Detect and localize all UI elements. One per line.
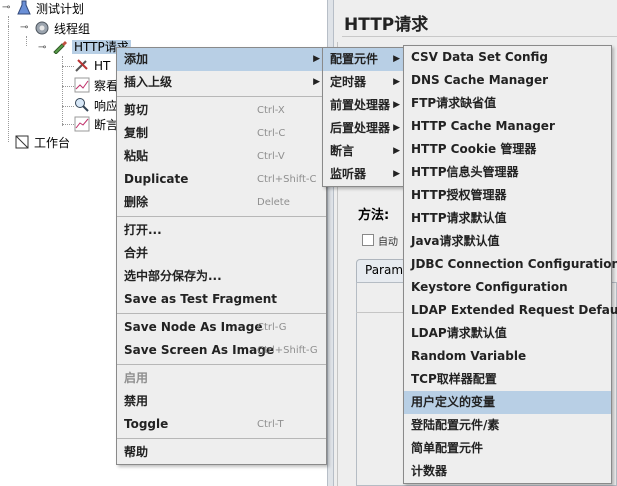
menu-item-cut[interactable]: 剪切 Ctrl-X [117,99,326,122]
menu-item-toggle[interactable]: Toggle Ctrl-T [117,413,326,436]
menu-item-delete[interactable]: 删除 Delete [117,191,326,214]
tree-node-child-3[interactable]: 响应 [74,97,118,115]
menu-item-copy[interactable]: 复制 Ctrl-C [117,122,326,145]
menu-item-insert-parent[interactable]: 插入上级 ▶ [117,71,326,94]
tree-node-label: 测试计划 [36,2,85,16]
add-submenu: 配置元件 ▶ 定时器 ▶ 前置处理器 ▶ 后置处理器 ▶ 断言 ▶ 监听器 ▶ [322,47,407,187]
menu-item-paste[interactable]: 粘贴 Ctrl-V [117,145,326,168]
pipette-icon [52,38,68,55]
menu-item-post-processor[interactable]: 后置处理器 ▶ [323,117,406,140]
tree-node-test-plan[interactable]: 测试计划 [16,0,84,18]
menu-item-ldap-extended-defaults[interactable]: LDAP Extended Request Defaults [404,299,617,322]
menu-item-java-request-defaults[interactable]: Java请求默认值 [404,230,611,253]
menu-item-http-request-defaults[interactable]: HTTP请求默认值 [404,207,611,230]
tree-node-child-1[interactable]: HT [74,57,110,75]
chart-icon [74,77,90,93]
menu-separator [117,96,326,97]
submenu-arrow-icon: ▶ [393,146,400,156]
menu-item-open[interactable]: 打开... [117,219,326,242]
menu-item-timer[interactable]: 定时器 ▶ [323,71,406,94]
tree-node-label: 断言 [94,118,119,132]
menu-item-user-defined-variables[interactable]: 用户定义的变量 [404,391,611,414]
submenu-arrow-icon: ▶ [393,54,400,64]
menu-item-counter[interactable]: 计数器 [404,460,611,483]
menu-separator [117,216,326,217]
auto-checkbox-label: 自动 [378,237,398,248]
menu-item-disable[interactable]: 禁用 [117,390,326,413]
menu-item-save-selection-as[interactable]: 选中部分保存为... [117,265,326,288]
menu-item-save-node-as-image[interactable]: Save Node As Image Ctrl-G [117,316,326,339]
menu-item-tcp-sampler-config[interactable]: TCP取样器配置 [404,368,611,391]
menu-item-random-variable[interactable]: Random Variable [404,345,611,368]
divider [342,36,617,37]
menu-item-config-element[interactable]: 配置元件 ▶ [323,48,406,71]
menu-item-add[interactable]: 添加 ▶ [117,48,326,71]
menu-item-simple-config[interactable]: 简单配置元件 [404,437,611,460]
menu-item-enable: 启用 [124,371,149,385]
tree-node-label: 工作台 [34,136,71,150]
menu-item-http-auth-manager[interactable]: HTTP授权管理器 [404,184,611,207]
gear-icon [34,20,50,36]
menu-separator [117,313,326,314]
menu-item-help[interactable]: 帮助 [117,441,326,464]
tree-node-workbench[interactable]: 工作台 [14,134,70,152]
menu-item-http-header-manager[interactable]: HTTP信息头管理器 [404,161,611,184]
submenu-arrow-icon: ▶ [393,77,400,87]
tree-node-thread-group[interactable]: 线程组 [34,20,90,38]
menu-item-jdbc-connection-config[interactable]: JDBC Connection Configuration [404,253,617,276]
method-label: 方法: [358,208,390,223]
menu-item-http-cookie-manager[interactable]: HTTP Cookie 管理器 [404,138,611,161]
submenu-arrow-icon: ▶ [393,100,400,110]
context-menu: 添加 ▶ 插入上级 ▶ 剪切 Ctrl-X 复制 Ctrl-C 粘贴 Ctrl-V Dup… [116,47,327,465]
menu-item-ftp-defaults[interactable]: FTP请求缺省值 [404,92,611,115]
menu-item-duplicate[interactable]: Duplicate Ctrl+Shift-C [117,168,326,191]
config-element-submenu: CSV Data Set Config DNS Cache Manager FT… [403,45,617,484]
submenu-arrow-icon: ▶ [393,169,400,179]
tree-node-label: HT [94,59,111,73]
collapse-toggle-icon[interactable]: ⊸ [2,2,14,14]
submenu-arrow-icon: ▶ [313,77,320,87]
tree-node-label: 响应 [94,99,119,113]
submenu-arrow-icon: ▶ [393,123,400,133]
menu-item-pre-processor[interactable]: 前置处理器 ▶ [323,94,406,117]
menu-item-http-cache-manager[interactable]: HTTP Cache Manager [404,115,611,138]
menu-item-csv-data-set-config[interactable]: CSV Data Set Config [404,46,611,69]
workbench-icon [14,134,30,150]
submenu-arrow-icon: ▶ [313,54,320,64]
tree-node-child-2[interactable]: 察看 [74,77,118,95]
tree-node-child-4[interactable]: 断言 [74,116,118,134]
tree-node-label: 线程组 [54,22,91,36]
tree-node-label: 察看 [94,79,119,93]
menu-item-dns-cache-manager[interactable]: DNS Cache Manager [404,69,611,92]
menu-item-ldap-request-defaults[interactable]: LDAP请求默认值 [404,322,611,345]
menu-item-keystore-config[interactable]: Keystore Configuration [404,276,611,299]
flask-icon [16,0,32,16]
chart-icon [74,116,90,132]
collapse-toggle-icon[interactable]: ⊸ [38,42,50,54]
menu-separator [117,438,326,439]
auto-checkbox[interactable] [362,234,374,246]
menu-item-assertion[interactable]: 断言 ▶ [323,140,406,163]
menu-item-save-as-test-fragment[interactable]: Save as Test Fragment [117,288,326,311]
menu-separator [117,364,326,365]
page-title: HTTP请求 [344,15,429,35]
magnifier-icon [74,97,90,113]
menu-item-listener[interactable]: 监听器 ▶ [323,163,406,186]
menu-item-login-config[interactable]: 登陆配置元件/素 [404,414,611,437]
menu-item-save-screen-as-image[interactable]: Save Screen As Image Ctrl+Shift-G [117,339,326,362]
tools-icon [74,57,90,73]
collapse-toggle-icon[interactable]: ⊸ [20,22,32,34]
menu-item-merge[interactable]: 合并 [117,242,326,265]
